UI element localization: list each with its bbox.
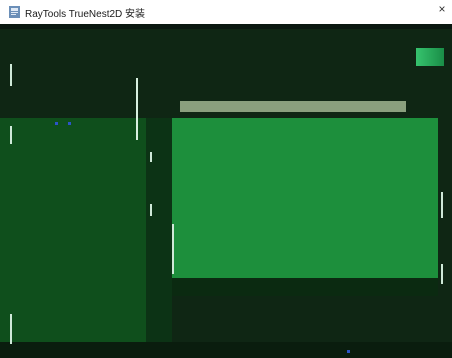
- scroll-tick: [441, 192, 443, 218]
- list-marker: [68, 122, 71, 125]
- lower-strip: [172, 278, 438, 296]
- header-strip: [0, 24, 452, 29]
- installer-icon: [9, 6, 20, 18]
- window-title: RayTools TrueNest2D 安装: [25, 9, 146, 20]
- divider-line: [136, 78, 138, 140]
- scroll-tick: [150, 152, 152, 162]
- bottom-bar: [0, 342, 452, 358]
- logo-mark: [416, 48, 444, 66]
- installer-window: RayTools TrueNest2D 安装 ×: [0, 0, 452, 358]
- title-bar: RayTools TrueNest2D 安装 ×: [0, 0, 452, 24]
- scroll-tick: [10, 314, 12, 344]
- list-marker: [55, 122, 58, 125]
- list-marker: [347, 350, 350, 353]
- license-header-bar: [180, 101, 406, 112]
- scroll-tick: [172, 224, 174, 274]
- scroll-tick: [441, 264, 443, 284]
- scroll-tick: [10, 126, 12, 144]
- content-panel[interactable]: [172, 118, 438, 278]
- close-button[interactable]: ×: [435, 2, 449, 16]
- scroll-tick: [10, 64, 12, 86]
- installer-body: [0, 24, 452, 358]
- scroll-tick: [150, 204, 152, 216]
- left-panel: [0, 118, 146, 358]
